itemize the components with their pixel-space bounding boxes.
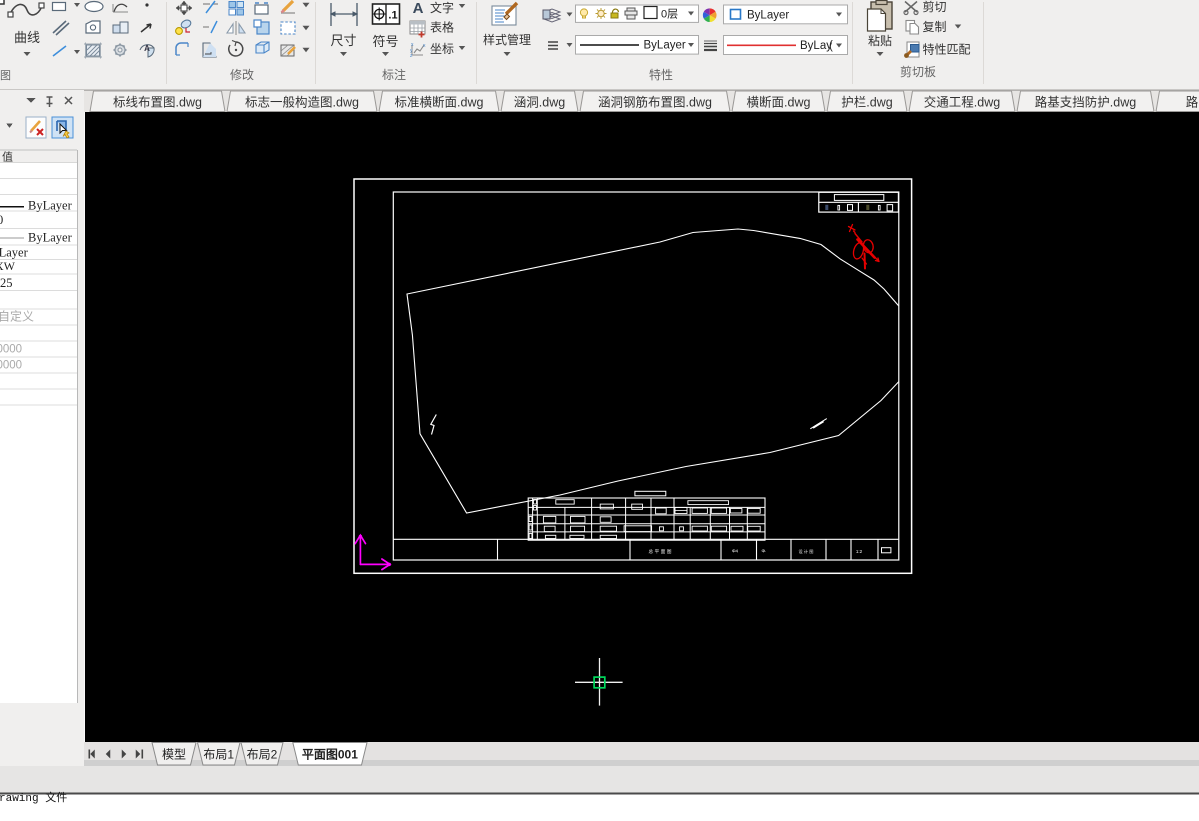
svg-text:自定义: 自定义 bbox=[0, 309, 34, 324]
svg-text:剪切板: 剪切板 bbox=[900, 64, 936, 79]
svg-text:标志一般构造图.dwg: 标志一般构造图.dwg bbox=[245, 95, 359, 110]
svg-text:护栏.dwg: 护栏.dwg bbox=[841, 95, 892, 110]
svg-text:ByLayer: ByLayer bbox=[0, 246, 29, 260]
svg-text:路面结构.dwg: 路面结构.dwg bbox=[1186, 95, 1199, 110]
svg-text:横断面.dwg: 横断面.dwg bbox=[747, 95, 811, 110]
svg-text:(: ( bbox=[829, 40, 833, 52]
svg-text:涵洞.dwg: 涵洞.dwg bbox=[514, 96, 565, 110]
svg-text:样式管理: 样式管理 bbox=[483, 32, 531, 47]
svg-text:25: 25 bbox=[0, 276, 13, 290]
svg-text:ByLayer: ByLayer bbox=[28, 199, 73, 213]
svg-text:复制: 复制 bbox=[923, 20, 947, 34]
svg-text:修改: 修改 bbox=[230, 67, 254, 82]
svg-text:特性匹配: 特性匹配 bbox=[923, 42, 971, 57]
svg-text:.1: .1 bbox=[388, 10, 397, 22]
svg-text:剪切: 剪切 bbox=[923, 0, 947, 14]
svg-text:模型: 模型 bbox=[162, 748, 186, 762]
svg-text:图: 图 bbox=[0, 69, 11, 82]
svg-text:表格: 表格 bbox=[430, 20, 454, 35]
svg-text:标准横断面.dwg: 标准横断面.dwg bbox=[395, 95, 484, 110]
svg-text:XW: XW bbox=[0, 259, 16, 273]
svg-text:交通工程.dwg: 交通工程.dwg bbox=[924, 95, 1000, 110]
svg-text:坐标: 坐标 bbox=[430, 42, 454, 56]
svg-text:布局1: 布局1 bbox=[203, 748, 234, 762]
svg-text:0层: 0层 bbox=[661, 8, 678, 21]
svg-text:标注: 标注 bbox=[382, 67, 406, 82]
svg-text:A: A bbox=[413, 0, 424, 17]
svg-text:尺寸: 尺寸 bbox=[330, 33, 356, 48]
svg-text:文字: 文字 bbox=[430, 0, 454, 15]
svg-text:ByLay: ByLay bbox=[800, 40, 832, 52]
svg-text:设计图: 设计图 bbox=[799, 548, 814, 555]
svg-text:路基支挡防护.dwg: 路基支挡防护.dwg bbox=[1035, 95, 1136, 110]
svg-text:布局2: 布局2 bbox=[247, 748, 278, 762]
svg-text:值: 值 bbox=[2, 150, 13, 163]
svg-text:Φ4: Φ4 bbox=[732, 549, 739, 554]
svg-text:符号: 符号 bbox=[372, 34, 398, 49]
svg-text:0000: 0000 bbox=[0, 344, 22, 356]
svg-text:特性: 特性 bbox=[649, 67, 673, 82]
svg-text:rawing 文件: rawing 文件 bbox=[0, 790, 67, 805]
svg-text:总平面图: 总平面图 bbox=[649, 548, 672, 555]
svg-text:涵洞钢筋布置图.dwg: 涵洞钢筋布置图.dwg bbox=[598, 95, 712, 110]
svg-text:曲线: 曲线 bbox=[14, 30, 40, 45]
svg-text:A: A bbox=[144, 44, 150, 53]
svg-text:ByLayer: ByLayer bbox=[747, 10, 789, 22]
svg-text:粘贴: 粘贴 bbox=[868, 33, 892, 48]
svg-text:平面图001: 平面图001 bbox=[302, 748, 358, 762]
svg-text:ByLayer: ByLayer bbox=[644, 40, 686, 52]
svg-text:ByLayer: ByLayer bbox=[28, 231, 73, 245]
svg-text:0000: 0000 bbox=[0, 360, 22, 372]
svg-text:0: 0 bbox=[0, 213, 3, 227]
svg-text:标线布置图.dwg: 标线布置图.dwg bbox=[113, 96, 202, 110]
svg-text:1:2: 1:2 bbox=[856, 549, 863, 554]
svg-text:Φ·: Φ· bbox=[761, 549, 766, 554]
